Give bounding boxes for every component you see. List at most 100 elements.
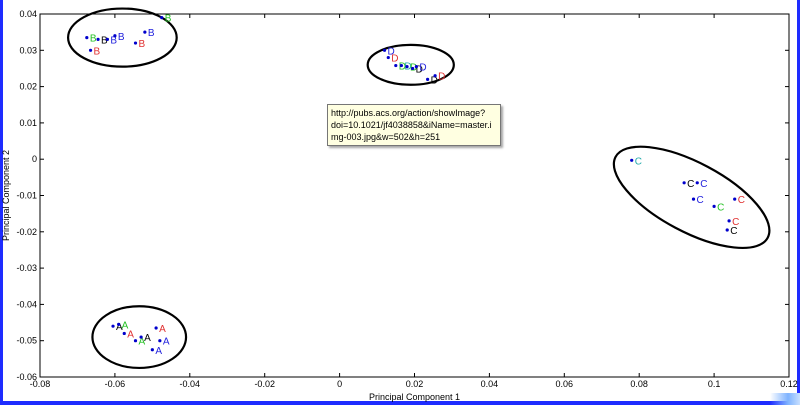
data-point: B — [133, 39, 145, 50]
point-marker — [727, 219, 731, 223]
point-marker — [113, 34, 117, 38]
tooltip-line: doi=10.1021/jf4038858&iName=master.i — [331, 120, 492, 130]
data-point: B — [143, 28, 155, 39]
y-tick-label: -0.02 — [16, 227, 37, 237]
point-label: C — [730, 226, 737, 237]
data-point: A — [154, 324, 166, 335]
y-tick-label: 0 — [32, 154, 37, 164]
point-label: C — [717, 202, 724, 213]
scatter-plot: BBBBBBBBDDDDDDDDDCCCCCCCCAAAAAAAA -0.08-… — [1, 7, 798, 402]
point-label: C — [687, 179, 694, 190]
point-label: C — [738, 195, 745, 206]
data-point: C — [733, 195, 745, 206]
x-tick-label: 0 — [337, 379, 342, 389]
data-point: B — [160, 14, 172, 25]
point-label: A — [159, 324, 166, 335]
point-marker — [725, 228, 729, 232]
point-marker — [695, 181, 699, 185]
point-marker — [139, 335, 143, 339]
point-label: D — [438, 72, 445, 83]
y-tick-label: -0.03 — [16, 263, 37, 273]
point-marker — [133, 41, 138, 45]
y-tick-label: -0.06 — [16, 372, 37, 382]
x-tick-label: -0.04 — [180, 379, 201, 389]
point-label: B — [94, 46, 101, 57]
x-tick-label: 0.02 — [406, 379, 424, 389]
point-marker — [733, 197, 737, 201]
point-marker — [411, 66, 415, 71]
x-tick-label: 0.04 — [481, 379, 499, 389]
x-tick-label: 0.1 — [708, 379, 721, 389]
y-tick-label: -0.04 — [16, 299, 37, 309]
data-point: A — [150, 346, 162, 357]
point-marker — [158, 339, 162, 343]
y-tick-label: -0.01 — [16, 191, 37, 201]
data-point: C — [695, 179, 707, 190]
point-marker — [691, 197, 696, 201]
point-marker — [394, 63, 398, 68]
point-label: C — [700, 179, 707, 190]
x-tick-labels: -0.08 -0.06 -0.04 -0.02 0 0.02 0.04 0.06 0.08 0.1… — [30, 379, 798, 389]
x-tick-label: -0.06 — [105, 379, 126, 389]
point-marker — [143, 30, 147, 34]
point-marker — [382, 48, 387, 52]
y-tick-label: 0.03 — [19, 45, 37, 55]
point-label: D — [419, 63, 426, 74]
y-axis-label: Principal Component 2 — [1, 150, 11, 241]
data-point: C — [630, 156, 642, 167]
data-point: C — [682, 179, 694, 190]
y-tick-label: 0.04 — [19, 9, 37, 19]
y-tick-labels: 0.04 0.03 0.02 0.01 0 -0.01 -0.02 -0.03 -0.04 -0.… — [16, 9, 37, 382]
point-marker — [682, 181, 686, 185]
point-marker — [386, 55, 390, 60]
point-marker — [160, 16, 164, 20]
point-marker — [399, 63, 403, 68]
point-marker — [85, 35, 89, 40]
data-point: C — [712, 202, 724, 213]
x-tick-label: 0.12 — [780, 379, 798, 389]
point-label: C — [697, 195, 704, 206]
data-point: C — [691, 195, 704, 206]
point-marker — [414, 65, 418, 69]
data-point: B — [96, 35, 108, 46]
x-tick-label: 0.08 — [630, 379, 648, 389]
point-marker — [88, 48, 93, 52]
tooltip-line: http://pubs.acs.org/action/showImage? — [331, 108, 486, 118]
data-point: C — [725, 226, 737, 237]
y-tick-label: 0.02 — [19, 82, 37, 92]
data-points: BBBBBBBBDDDDDDDDDCCCCCCCCAAAAAAAA — [85, 14, 745, 357]
url-tooltip: http://pubs.acs.org/action/showImage? do… — [327, 104, 501, 146]
point-label: C — [635, 156, 642, 167]
point-marker — [150, 348, 154, 352]
point-marker — [405, 65, 409, 69]
point-label: A — [163, 337, 170, 348]
y-tick-label: -0.05 — [16, 336, 37, 346]
point-marker — [111, 324, 115, 328]
x-tick-label: 0.06 — [556, 379, 574, 389]
cluster-ellipse-group-c — [612, 145, 771, 250]
point-label: B — [138, 39, 145, 50]
point-marker — [133, 339, 138, 343]
point-marker — [154, 326, 158, 330]
point-label: B — [90, 34, 97, 45]
point-label: A — [144, 333, 151, 344]
data-point: D — [426, 75, 438, 86]
data-point: B — [88, 46, 101, 57]
point-marker — [122, 331, 126, 336]
point-marker — [96, 37, 100, 42]
point-marker — [105, 37, 110, 42]
point-label: B — [165, 14, 172, 25]
point-marker — [426, 77, 430, 81]
point-label: B — [148, 28, 155, 39]
point-marker — [712, 204, 716, 208]
point-label: B — [110, 35, 117, 46]
point-label: B — [118, 32, 125, 43]
point-marker — [117, 322, 121, 326]
point-label: A — [155, 346, 162, 357]
tooltip-line: mg-003.jpg&w=502&h=251 — [331, 132, 441, 142]
point-marker — [433, 74, 437, 78]
data-point: B — [85, 34, 97, 45]
x-tick-label: -0.02 — [254, 379, 275, 389]
point-label: D — [391, 54, 398, 65]
x-axis-label: Principal Component 1 — [369, 392, 460, 402]
